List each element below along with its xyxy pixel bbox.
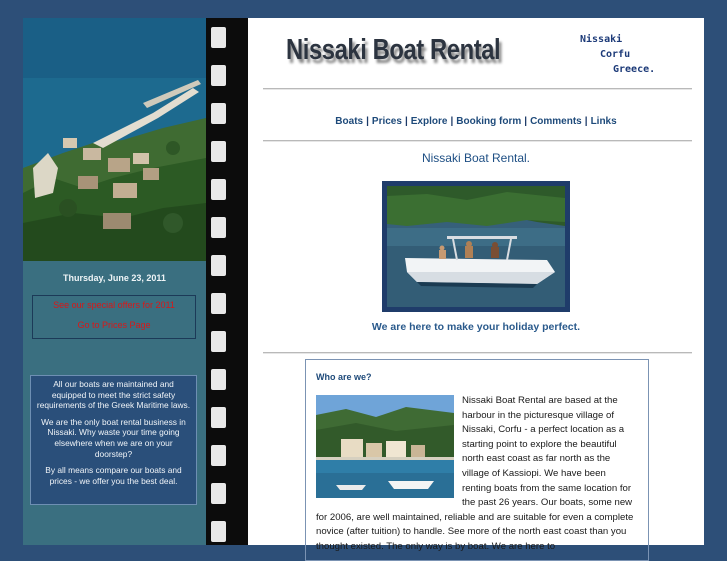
tagline-corfu: Corfu xyxy=(600,49,631,60)
film-hole xyxy=(211,103,226,124)
film-hole xyxy=(211,27,226,48)
film-hole xyxy=(211,217,226,238)
main-nav: Boats | Prices | Explore | Booking form | Commen… xyxy=(248,116,704,127)
special-offers-link[interactable]: See our special offers for 2011 xyxy=(33,300,195,310)
who-are-we-text: Nissaki Boat Rental are based at the har… xyxy=(316,394,636,555)
nav-prices[interactable]: Prices xyxy=(372,116,402,127)
divider xyxy=(263,352,692,354)
film-strip-decoration xyxy=(206,18,248,545)
boat-photo xyxy=(387,186,565,307)
nav-links[interactable]: Links xyxy=(591,116,617,127)
holiday-tagline: We are here to make your holiday perfect… xyxy=(371,321,581,333)
info-paragraph: We are the only boat rental business in … xyxy=(41,416,186,459)
nav-booking-form[interactable]: Booking form xyxy=(456,116,521,127)
boat-photo-frame xyxy=(382,181,570,312)
nav-separator: | xyxy=(584,116,588,127)
film-hole xyxy=(211,141,226,162)
nav-boats[interactable]: Boats xyxy=(335,116,363,127)
nav-separator: | xyxy=(366,116,369,127)
tagline-nissaki: Nissaki xyxy=(580,34,623,45)
film-hole xyxy=(211,521,226,542)
who-are-we-title: Who are we? xyxy=(316,372,372,382)
special-offers-box: See our special offers for 2011 Go to Pr… xyxy=(32,295,196,339)
nav-separator: | xyxy=(404,116,408,127)
nav-separator: | xyxy=(450,116,454,127)
info-paragraph: By all means compare our boats and price… xyxy=(45,465,182,486)
prices-page-link[interactable]: Go to Prices Page xyxy=(33,320,195,330)
film-hole xyxy=(211,179,226,200)
film-hole xyxy=(211,483,226,504)
divider xyxy=(263,140,692,142)
page-heading: Nissaki Boat Rental. xyxy=(421,151,531,165)
nav-comments[interactable]: Comments xyxy=(530,116,582,127)
left-sidebar: Thursday, June 23, 2011 See our special … xyxy=(23,18,206,545)
tagline-greece: Greece. xyxy=(613,64,656,75)
film-hole xyxy=(211,407,226,428)
film-hole xyxy=(211,293,226,314)
site-title: Nissaki Boat Rental xyxy=(286,34,501,66)
film-hole xyxy=(211,65,226,86)
film-hole xyxy=(211,369,226,390)
nav-explore[interactable]: Explore xyxy=(411,116,448,127)
divider xyxy=(263,88,692,90)
who-are-we-section: Who are we? Nissaki Boat Rental are base… xyxy=(305,359,649,561)
current-date: Thursday, June 23, 2011 xyxy=(63,273,166,283)
film-hole xyxy=(211,255,226,276)
film-hole xyxy=(211,331,226,352)
film-hole xyxy=(211,445,226,466)
info-box: All our boats are maintained and equippe… xyxy=(30,375,197,505)
info-paragraph: All our boats are maintained and equippe… xyxy=(36,379,191,411)
main-content: Nissaki Boat Rental Nissaki Corfu Greece… xyxy=(248,18,704,561)
nav-separator: | xyxy=(524,116,528,127)
site-logo[interactable]: Nissaki Boat Rental xyxy=(286,34,547,67)
coastline-aerial-photo xyxy=(23,18,206,261)
